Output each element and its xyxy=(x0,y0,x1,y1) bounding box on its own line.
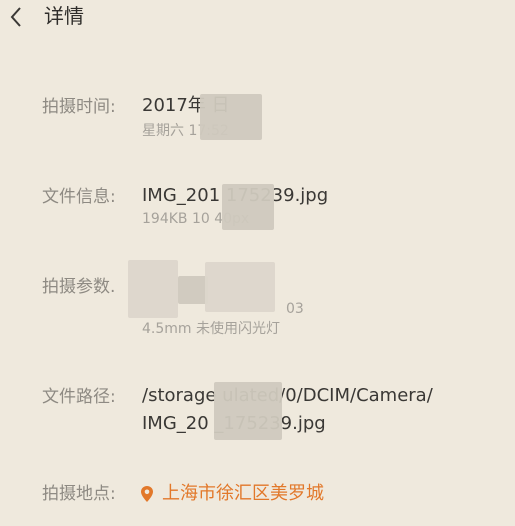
redaction-blur xyxy=(200,94,262,140)
shot-params-sub1: 03 xyxy=(286,301,304,317)
file-info-label: 文件信息: xyxy=(42,187,116,207)
file-path-label: 文件路径: xyxy=(42,387,116,407)
page-title: 详情 xyxy=(44,4,84,28)
shot-params-sub2: 4.5mm 未使用闪光灯 xyxy=(142,321,280,337)
shot-params-label: 拍摄参数. xyxy=(42,277,116,297)
chevron-left-icon xyxy=(9,6,23,28)
location-text: 上海市徐汇区美罗城 xyxy=(162,483,324,504)
redaction-blur xyxy=(178,276,208,304)
file-path-line1: /storage ulated/0/DCIM/Camera/ xyxy=(142,385,433,406)
redaction-blur xyxy=(222,184,274,230)
detail-row-shot-location: 拍摄地点: 上海市徐汇区美罗城 xyxy=(0,480,515,510)
detail-row-file-info: 文件信息: IMG_201 175239.jpg 194KB 10 40px xyxy=(0,184,515,234)
detail-row-shot-params: 拍摄参数. 03 4.5mm 未使用闪光灯 xyxy=(0,256,515,346)
location-pin-icon xyxy=(140,485,154,503)
shot-location-label: 拍摄地点: xyxy=(42,484,116,504)
location-link[interactable]: 上海市徐汇区美罗城 xyxy=(140,482,324,506)
top-bar: 详情 xyxy=(0,0,515,36)
redaction-blur xyxy=(214,382,282,440)
detail-row-shot-time: 拍摄时间: 2017年 日 星期六 17:52 xyxy=(0,90,515,140)
back-button[interactable] xyxy=(2,2,30,32)
shot-time-label: 拍摄时间: xyxy=(42,97,116,117)
detail-row-file-path: 文件路径: /storage ulated/0/DCIM/Camera/ IMG… xyxy=(0,382,515,442)
redaction-blur xyxy=(205,262,275,312)
redaction-blur xyxy=(128,260,178,318)
